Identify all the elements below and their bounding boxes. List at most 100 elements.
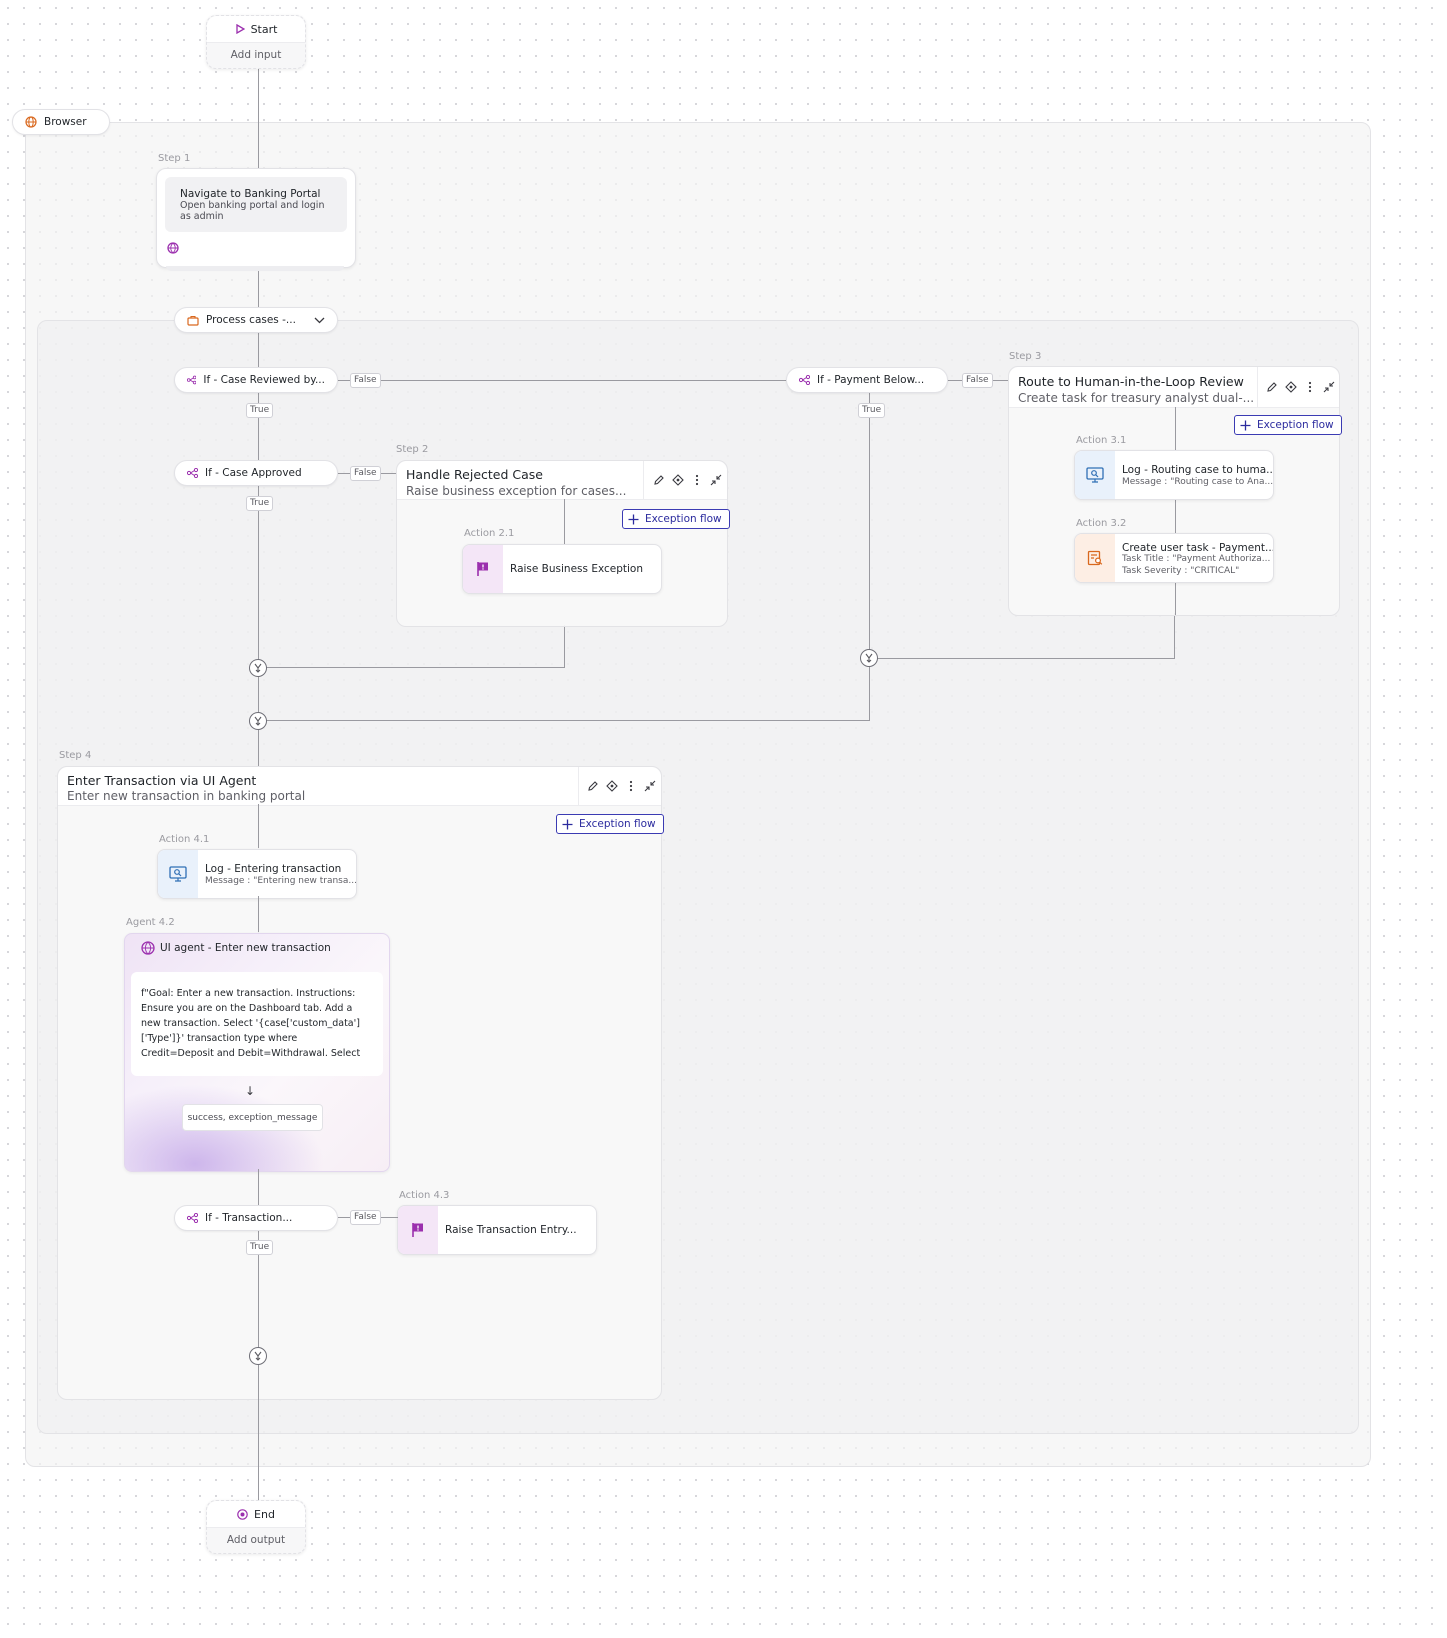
branch-icon [187,1213,198,1223]
condition-case-approved[interactable]: If - Case Approved [174,460,338,486]
connector [869,392,870,720]
add-output-link[interactable]: Add output [207,1534,305,1546]
condition-label: If - Case Reviewed by... [203,374,325,386]
collapse-icon[interactable] [1322,380,1335,393]
connector [338,380,788,381]
condition-label: If - Payment Below... [817,374,925,386]
step3-panel[interactable]: Route to Human-in-the-Loop Review Create… [1008,366,1342,616]
action-title: Create user task - Payment... [1122,542,1274,554]
step1-stack [166,266,344,271]
step1-title: Navigate to Banking Portal [180,188,321,200]
action-title: Log - Entering transaction [205,863,342,875]
true-tag: True [246,496,274,511]
action-title: Raise Transaction Entry... [445,1224,577,1236]
condition-transaction[interactable]: If - Transaction... [174,1205,338,1231]
step3-subtitle: Create task for treasury analyst dual-..… [1018,391,1255,405]
loop-dropdown[interactable]: Process cases -... [174,307,338,333]
browser-pill[interactable]: Browser [12,109,110,135]
add-input-link[interactable]: Add input [207,49,305,61]
step1-card[interactable]: Navigate to Banking Portal Open banking … [156,168,356,268]
more-icon[interactable] [624,779,637,792]
step3-toolbar [1265,380,1335,393]
globe-icon [25,116,37,128]
agent-label: Agent 4.2 [126,917,175,928]
action-raise-business-exception[interactable]: Raise Business Exception [462,544,662,594]
step4-label: Step 4 [59,750,92,761]
exception-flow-button[interactable]: Exception flow [1234,415,1342,435]
branch-icon [799,375,810,385]
collapse-icon[interactable] [709,473,722,486]
condition-case-reviewed[interactable]: If - Case Reviewed by... [174,367,338,393]
step1-label: Step 1 [158,153,191,164]
step3-title: Route to Human-in-the-Loop Review [1018,374,1244,389]
ui-agent-card[interactable]: UI agent - Enter new transaction f"Goal:… [124,933,390,1172]
diamond-icon[interactable] [671,473,684,486]
action-label: Action 3.1 [1076,435,1127,446]
action-detail: Message : "Routing case to Ana... [1122,477,1274,487]
merge-icon [249,659,267,677]
edit-icon[interactable] [586,779,599,792]
flag-icon [477,562,488,576]
end-node[interactable]: End Add output [206,1500,306,1554]
agent-prompt-text: f"Goal: Enter a new transaction. Instruc… [141,988,361,1059]
action-label: Action 4.3 [399,1190,450,1201]
stop-icon [237,1508,248,1520]
agent-prompt[interactable]: f"Goal: Enter a new transaction. Instruc… [131,972,383,1076]
exception-flow-button[interactable]: Exception flow [622,509,730,529]
diamond-icon[interactable] [1284,380,1297,393]
false-tag: False [350,466,381,481]
start-node[interactable]: Start Add input [206,15,306,69]
plus-icon [628,514,639,524]
edit-icon[interactable] [1265,380,1278,393]
action-detail: Task Severity : "CRITICAL" [1122,566,1240,576]
false-tag: False [962,373,993,388]
log-icon [169,866,187,882]
connector [1174,613,1175,658]
action-title: Raise Business Exception [510,563,643,575]
play-icon [235,24,245,34]
true-tag: True [246,1240,274,1255]
false-tag: False [350,1210,381,1225]
false-tag: False [350,373,381,388]
arrow-down-icon: ↓ [245,1084,256,1098]
user-task-icon [1087,550,1103,566]
connector [258,720,870,721]
condition-payment-below[interactable]: If - Payment Below... [786,367,948,393]
step1-desc: Open banking portal and login as admin [180,200,325,222]
merge-icon [249,712,267,730]
edit-icon[interactable] [652,473,665,486]
loop-label: Process cases -... [206,314,296,326]
diamond-icon[interactable] [605,779,618,792]
action-detail: Message : "Entering new transa... [205,876,357,886]
step4-title: Enter Transaction via UI Agent [67,773,257,788]
agent-icon [141,941,155,955]
action-create-user-task[interactable]: Create user task - Payment... Task Title… [1074,533,1274,583]
branch-icon [187,468,198,478]
action-label: Action 2.1 [464,528,515,539]
more-icon[interactable] [1303,380,1316,393]
true-tag: True [858,403,886,418]
chevron-down-icon[interactable] [314,317,325,324]
step2-panel[interactable]: Handle Rejected Case Raise business exce… [396,460,730,627]
true-tag: True [246,403,274,418]
merge-icon [249,1347,267,1365]
action-detail: Task Title : "Payment Authoriza... [1122,554,1271,564]
condition-label: If - Case Approved [205,467,302,479]
action-raise-transaction-entry[interactable]: Raise Transaction Entry... [397,1205,597,1255]
agent-output: success, exception_message [182,1104,323,1131]
branch-icon [187,375,197,385]
action-label: Action 4.1 [159,834,210,845]
step4-toolbar [586,779,656,792]
condition-label: If - Transaction... [205,1212,293,1224]
step4-panel[interactable]: Enter Transaction via UI Agent Enter new… [57,766,664,1400]
browser-label: Browser [44,116,87,128]
step2-toolbar [652,473,722,486]
step2-title: Handle Rejected Case [406,467,543,482]
more-icon[interactable] [690,473,703,486]
action-log-entering-transaction[interactable]: Log - Entering transaction Message : "En… [157,849,357,899]
exception-flow-button[interactable]: Exception flow [556,814,664,834]
action-log-routing[interactable]: Log - Routing case to huma... Message : … [1074,450,1274,500]
step4-subtitle: Enter new transaction in banking portal [67,789,306,803]
connector [258,667,565,668]
collapse-icon[interactable] [643,779,656,792]
